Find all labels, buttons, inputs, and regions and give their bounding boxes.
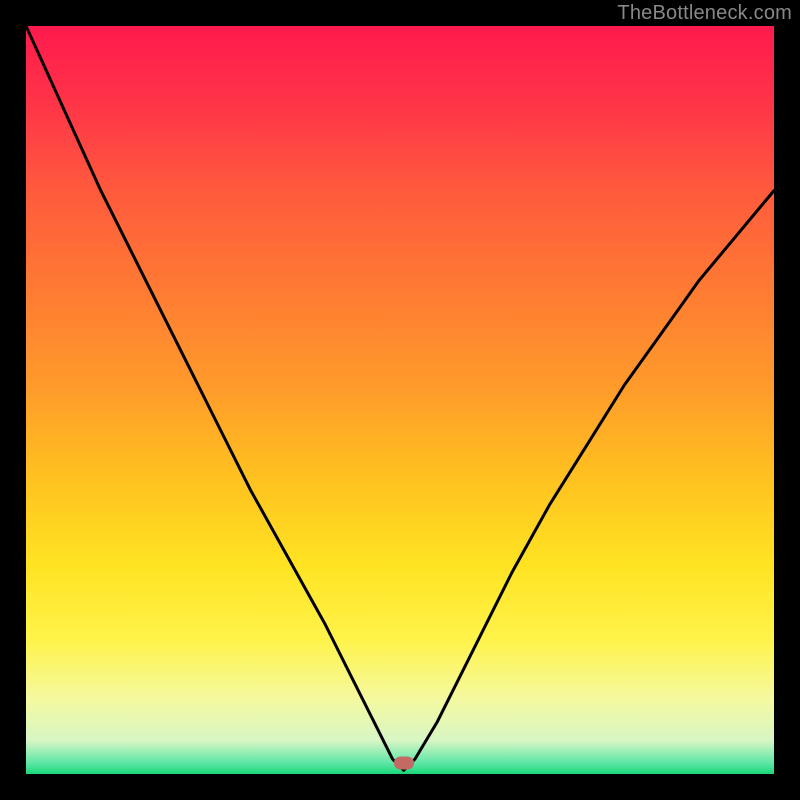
bottleneck-curve — [26, 26, 774, 774]
watermark-text: TheBottleneck.com — [617, 2, 792, 25]
chart-frame: TheBottleneck.com — [0, 0, 800, 800]
match-point-marker — [394, 756, 414, 769]
plot-area — [26, 26, 774, 774]
